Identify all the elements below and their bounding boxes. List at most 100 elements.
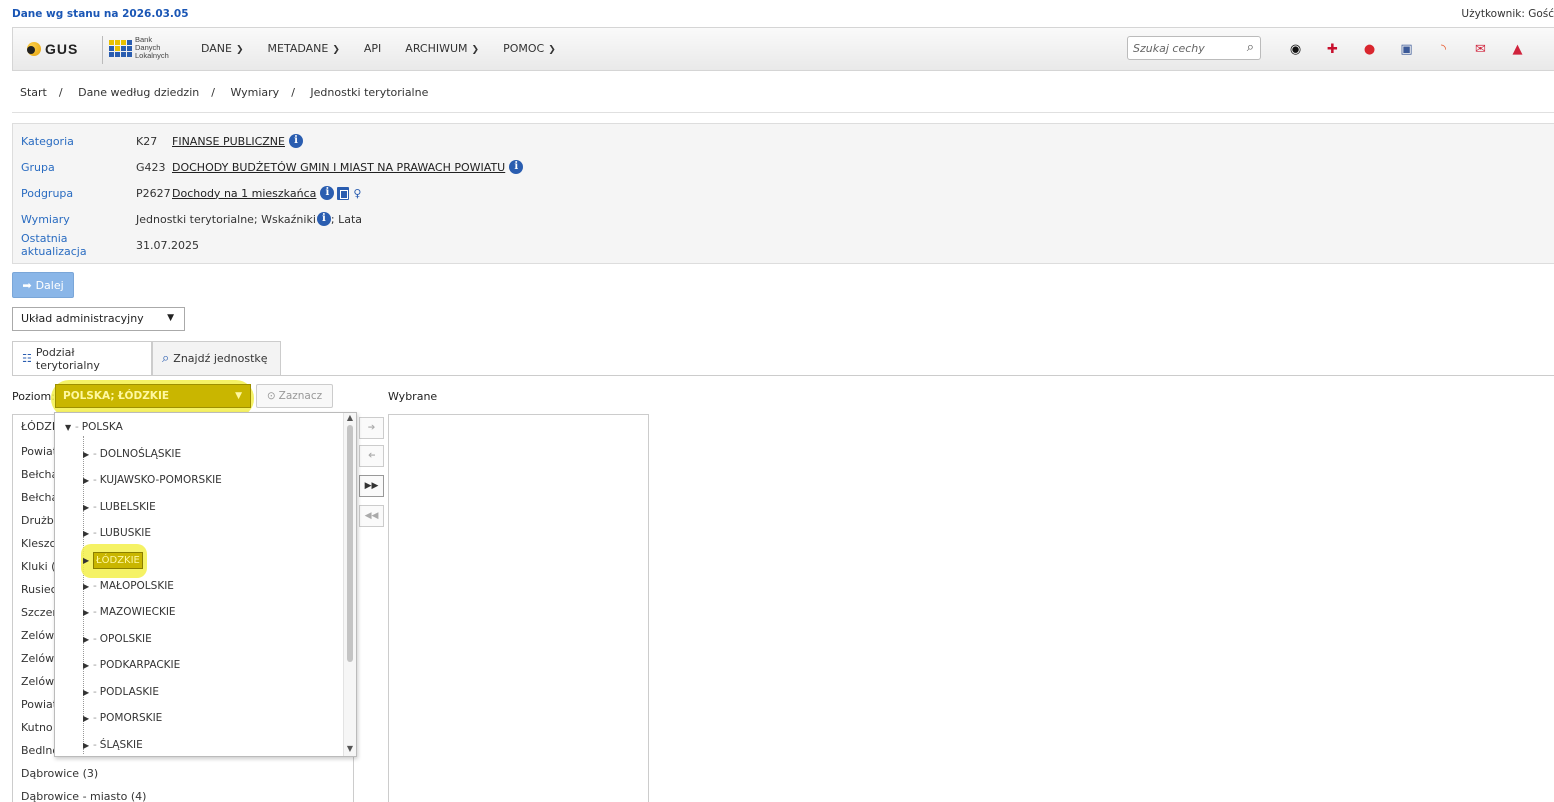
breadcrumb-dziedziny[interactable]: Dane według dziedzin bbox=[78, 86, 199, 99]
mail-icon[interactable]: ✉ bbox=[1462, 42, 1499, 58]
menu-pomoc[interactable]: POMOC ❯ bbox=[491, 42, 568, 55]
scroll-thumb[interactable] bbox=[347, 425, 353, 662]
podgrupa-link[interactable]: Dochody na 1 mieszkańca bbox=[172, 187, 316, 200]
kategoria-link[interactable]: FINANSE PUBLICZNE bbox=[172, 135, 285, 148]
list-item[interactable]: Zelów bbox=[21, 629, 54, 642]
tree-node[interactable]: ▶ - ŚLĄSKIE bbox=[83, 739, 143, 751]
zaznacz-button[interactable]: ⊙ Zaznacz bbox=[256, 384, 333, 408]
remove-selected-button[interactable]: ➔ bbox=[359, 445, 384, 467]
lock-icon[interactable]: ▲ bbox=[1499, 42, 1536, 58]
user-label[interactable]: Użytkownik: Gość bbox=[1461, 8, 1554, 20]
info-icon[interactable]: i bbox=[288, 134, 303, 148]
wybrane-label: Wybrane bbox=[388, 390, 438, 403]
collapsed-triangle-icon: ▶ bbox=[83, 634, 90, 644]
list-item[interactable]: Kleszc bbox=[21, 537, 56, 550]
rss-icon[interactable]: ◝ bbox=[1425, 42, 1462, 58]
tree-node[interactable]: ▶ - DOLNOŚLĄSKIE bbox=[83, 448, 181, 460]
tree-node[interactable]: ▶ - PODKARPACKIE bbox=[83, 659, 180, 671]
tab-podzial-terytorialny[interactable]: ☷ Podział terytorialny bbox=[12, 341, 152, 376]
territory-tree-dropdown: ▼ - POLSKA ▶ - DOLNOŚLĄSKIE ▶ - KUJAWSKO-POMOR… bbox=[54, 412, 357, 757]
tree-node[interactable]: ▶ - KUJAWSKO-POMORSKIE bbox=[83, 474, 222, 486]
grupa-link[interactable]: DOCHODY BUDŻETÓW GMIN I MIAST NA PRAWACH… bbox=[172, 161, 505, 174]
main-menu: DANE ❯ METADANE ❯ API ARCHIWUM ❯ POMOC ❯ bbox=[189, 42, 568, 55]
tab-underline bbox=[12, 375, 1554, 376]
tree-node[interactable]: ▶ - PODLASKIE bbox=[83, 686, 159, 698]
list-item[interactable]: Zelów bbox=[21, 652, 54, 665]
add-selected-button[interactable]: ➔ bbox=[359, 417, 384, 439]
list-item[interactable]: Kutno bbox=[21, 721, 53, 734]
info-icon[interactable]: i bbox=[320, 186, 335, 200]
scroll-up-icon[interactable]: ▲ bbox=[344, 413, 356, 425]
gus-logo-icon bbox=[27, 42, 41, 56]
nav-icons: ◉ ✚ ● ▣ ◝ ✉ ▲ bbox=[1277, 42, 1536, 58]
scroll-down-icon[interactable]: ▼ bbox=[344, 744, 356, 756]
expanded-triangle-icon: ▼ bbox=[65, 422, 72, 432]
search-box: ⌕ bbox=[1127, 36, 1261, 60]
search-input[interactable] bbox=[1128, 37, 1228, 59]
menu-dane[interactable]: DANE ❯ bbox=[189, 42, 256, 55]
arrow-right-icon: ➡ bbox=[22, 278, 32, 292]
arrow-left-icon: ➔ bbox=[367, 451, 376, 461]
double-arrow-right-icon: ▶▶ bbox=[364, 481, 379, 491]
chevron-down-icon: ❯ bbox=[548, 45, 556, 55]
list-item[interactable]: Drużbi bbox=[21, 514, 57, 527]
collapsed-triangle-icon: ▶ bbox=[83, 740, 90, 750]
collapsed-triangle-icon: ▶ bbox=[83, 713, 90, 723]
list-item[interactable]: Powiat bbox=[21, 445, 57, 458]
dalej-button[interactable]: ➡ Dalej bbox=[12, 272, 74, 298]
top-strip: Dane wg stanu na 2026.03.05 Użytkownik: … bbox=[0, 0, 1554, 26]
info-icon[interactable]: i bbox=[316, 212, 331, 226]
search-icon: ⌕ bbox=[162, 351, 170, 366]
poziom-select[interactable]: POLSKA; ŁÓDZKIE ▼ bbox=[55, 384, 251, 408]
tree-node[interactable]: ▶ - MAZOWIECKIE bbox=[83, 606, 176, 618]
breadcrumb-start[interactable]: Start bbox=[20, 86, 47, 99]
list-item[interactable]: Kluki ( bbox=[21, 560, 55, 573]
menu-metadane[interactable]: METADANE ❯ bbox=[256, 42, 352, 55]
list-item[interactable]: Rusiec bbox=[21, 583, 57, 596]
info-row-podgrupa: Podgrupa P2627 Dochody na 1 mieszkańca i… bbox=[21, 186, 362, 200]
navbar: GUS Bank Danych Lokalnych DANE ❯ METADANE… bbox=[12, 27, 1554, 71]
info-icon[interactable]: i bbox=[509, 160, 524, 174]
info-panel: Kategoria K27 FINANSE PUBLICZNE i Grupa … bbox=[12, 123, 1554, 264]
tree-scrollbar[interactable]: ▲ ▼ bbox=[343, 413, 356, 756]
tree-node-root[interactable]: ▼ - POLSKA bbox=[65, 421, 123, 433]
poziom-label: Poziom: bbox=[12, 390, 55, 403]
search-icon[interactable]: ⌕ bbox=[1247, 40, 1254, 55]
list-item[interactable]: Zelów bbox=[21, 675, 54, 688]
tree-node-selected[interactable]: ▶ ŁÓDZKIE bbox=[83, 552, 143, 569]
tree-node[interactable]: ▶ - LUBUSKIE bbox=[83, 527, 151, 539]
list-item[interactable]: Dąbrowice - miasto (4) bbox=[21, 790, 146, 802]
tree-node[interactable]: ▶ - POMORSKIE bbox=[83, 712, 162, 724]
add-all-button[interactable]: ▶▶ bbox=[359, 475, 384, 497]
breadcrumb-wymiary[interactable]: Wymiary bbox=[230, 86, 279, 99]
eye-icon[interactable]: ◉ bbox=[1277, 42, 1314, 58]
methodology-icon[interactable] bbox=[337, 186, 350, 200]
chat-icon[interactable]: ● bbox=[1351, 42, 1388, 58]
facebook-icon[interactable]: ▣ bbox=[1388, 42, 1425, 58]
menu-api[interactable]: API bbox=[352, 42, 393, 55]
chevron-down-icon: ❯ bbox=[235, 45, 244, 55]
selected-list[interactable] bbox=[388, 414, 649, 802]
list-item[interactable]: Bełcha bbox=[21, 468, 58, 481]
chevron-down-icon: ❯ bbox=[332, 45, 340, 55]
remove-all-button[interactable]: ◀◀ bbox=[359, 505, 384, 527]
gus-logo[interactable]: GUS bbox=[27, 41, 78, 57]
list-item[interactable]: Powiat bbox=[21, 698, 57, 711]
list-item[interactable]: Dąbrowice (3) bbox=[21, 767, 98, 780]
tree-node[interactable]: ▶ - LUBELSKIE bbox=[83, 501, 156, 513]
dropdown-arrow-icon: ▼ bbox=[235, 391, 242, 401]
lightbulb-icon[interactable]: ♀ bbox=[353, 187, 361, 200]
bdl-logo[interactable]: Bank Danych Lokalnych bbox=[109, 36, 169, 60]
chevron-down-icon: ❯ bbox=[471, 45, 480, 55]
tree-node[interactable]: ▶ - MAŁOPOLSKIE bbox=[83, 580, 174, 592]
list-item[interactable]: Bełcha bbox=[21, 491, 58, 504]
data-date: Dane wg stanu na 2026.03.05 bbox=[12, 8, 189, 20]
info-row-aktualizacja: Ostatnia aktualizacja 31.07.2025 bbox=[21, 232, 199, 258]
flag-uk-icon[interactable]: ✚ bbox=[1314, 42, 1351, 58]
tree-node[interactable]: ▶ - OPOLSKIE bbox=[83, 633, 152, 645]
menu-archiwum[interactable]: ARCHIWUM ❯ bbox=[393, 42, 491, 55]
tree-icon: ☷ bbox=[22, 352, 32, 365]
tab-znajdz-jednostke[interactable]: ⌕ Znajdź jednostkę bbox=[152, 341, 281, 376]
check-circle-icon: ⊙ bbox=[266, 390, 276, 402]
uklad-select[interactable]: Układ administracyjny ▼ bbox=[12, 307, 185, 331]
